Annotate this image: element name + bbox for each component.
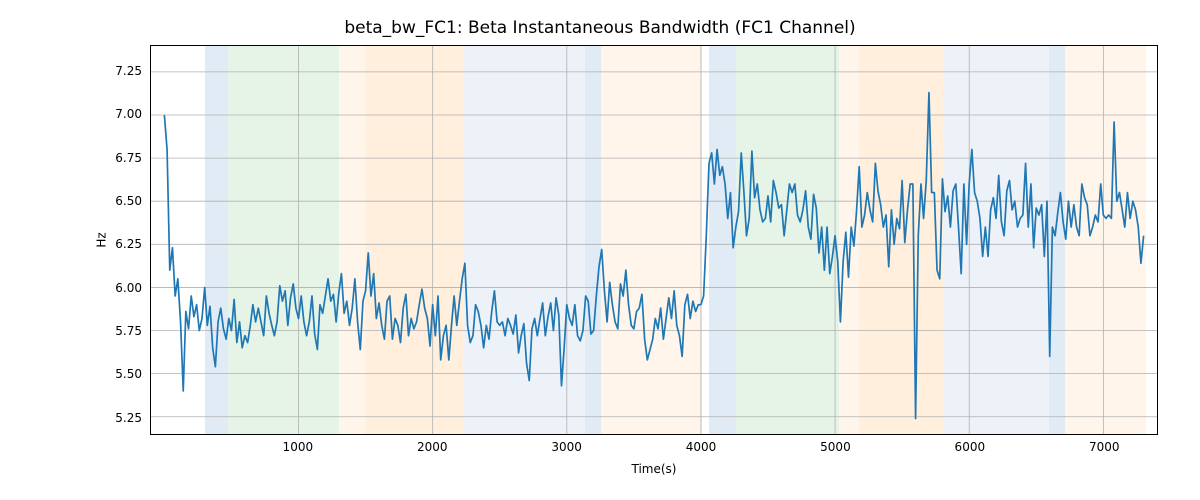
y-axis-label-text: Hz	[95, 232, 109, 247]
y-tick-label: 7.00	[115, 107, 142, 121]
plot-svg	[151, 46, 1157, 434]
y-tick-label: 5.75	[115, 324, 142, 338]
figure-container: beta_bw_FC1: Beta Instantaneous Bandwidt…	[0, 0, 1200, 500]
x-tick-label: 2000	[417, 440, 448, 454]
x-tick-label: 5000	[820, 440, 851, 454]
data-series-line	[164, 93, 1143, 419]
x-tick-label: 3000	[551, 440, 582, 454]
chart-title: beta_bw_FC1: Beta Instantaneous Bandwidt…	[0, 18, 1200, 38]
y-tick-label: 6.75	[115, 151, 142, 165]
y-axis-label: Hz	[92, 45, 112, 435]
x-axis-label: Time(s)	[150, 462, 1158, 476]
x-tick-label: 1000	[283, 440, 314, 454]
x-tick-label: 6000	[955, 440, 986, 454]
y-tick-label: 5.25	[115, 411, 142, 425]
y-tick-label: 5.50	[115, 367, 142, 381]
y-tick-label: 6.25	[115, 237, 142, 251]
y-tick-label: 6.00	[115, 281, 142, 295]
plot-axes	[150, 45, 1158, 435]
grid-layer	[151, 46, 1157, 434]
y-tick-label: 6.50	[115, 194, 142, 208]
x-tick-label: 7000	[1089, 440, 1120, 454]
x-tick-label: 4000	[686, 440, 717, 454]
y-tick-label: 7.25	[115, 64, 142, 78]
line-layer	[164, 93, 1143, 419]
